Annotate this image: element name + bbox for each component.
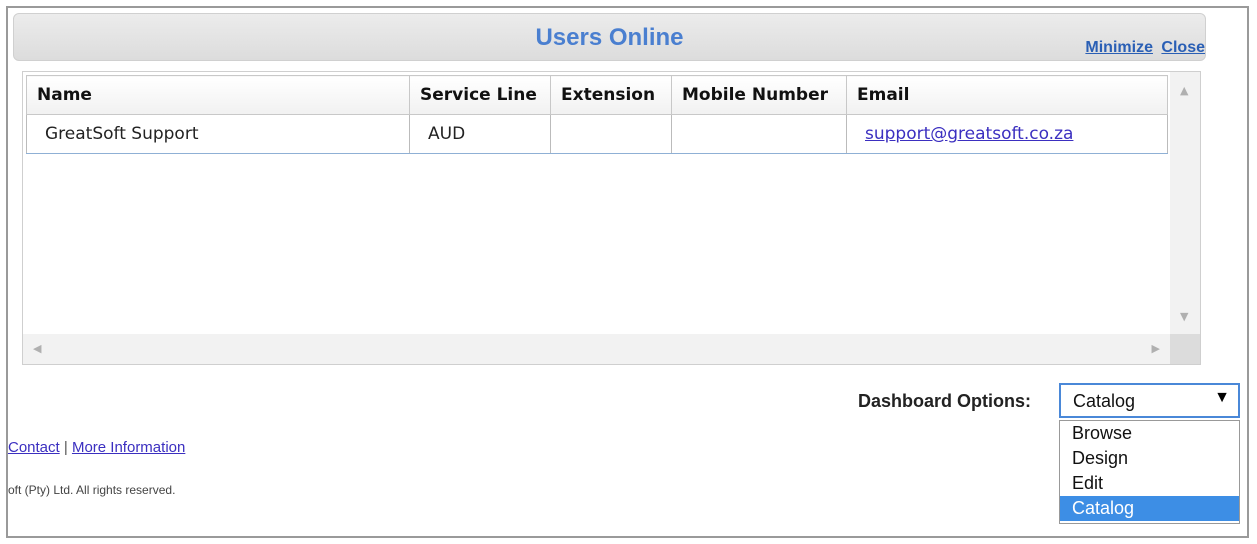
column-header-mobile-number[interactable]: Mobile Number [671, 75, 847, 115]
dashboard-options-list: Browse Design Edit Catalog [1059, 420, 1240, 524]
option-design[interactable]: Design [1060, 446, 1239, 471]
option-edit[interactable]: Edit [1060, 471, 1239, 496]
cell-mobile-number [671, 114, 847, 154]
cell-extension [550, 114, 672, 154]
minimize-link[interactable]: Minimize [1085, 39, 1153, 56]
cell-email: support@greatsoft.co.za [846, 114, 1168, 154]
scroll-up-icon[interactable]: ▲ [1180, 84, 1188, 97]
scrollbar-corner [1170, 334, 1200, 364]
vertical-scrollbar[interactable]: ▲ ▼ [1170, 72, 1200, 337]
panel-title: Users Online [535, 24, 684, 51]
close-link[interactable]: Close [1161, 39, 1205, 56]
column-header-service-line[interactable]: Service Line [409, 75, 551, 115]
scroll-down-icon[interactable]: ▼ [1180, 310, 1188, 323]
footer-links: Contact | More Information [8, 439, 185, 456]
column-header-name[interactable]: Name [26, 75, 410, 115]
horizontal-scrollbar[interactable]: ◀ ▶ [23, 334, 1170, 364]
users-online-window: Users Online Minimize Close Name Service… [6, 6, 1249, 538]
dropdown-arrow-icon: ▼ [1214, 389, 1230, 406]
cell-name: GreatSoft Support [26, 114, 410, 154]
users-grid: Name Service Line Extension Mobile Numbe… [22, 71, 1201, 365]
users-table: Name Service Line Extension Mobile Numbe… [26, 75, 1168, 154]
panel-controls: Minimize Close [1081, 39, 1205, 57]
table-row[interactable]: GreatSoft Support AUD support@greatsoft.… [26, 114, 1168, 154]
table-header-row: Name Service Line Extension Mobile Numbe… [26, 75, 1168, 115]
copyright-text: oft (Pty) Ltd. All rights reserved. [8, 483, 176, 497]
contact-link[interactable]: Contact [8, 439, 60, 456]
panel-header: Users Online Minimize Close [13, 13, 1206, 61]
scroll-right-icon[interactable]: ▶ [1152, 342, 1160, 355]
more-information-link[interactable]: More Information [72, 439, 185, 456]
cell-service-line: AUD [409, 114, 551, 154]
dashboard-selected-value: Catalog [1073, 391, 1136, 411]
email-link[interactable]: support@greatsoft.co.za [865, 124, 1073, 144]
footer-separator: | [63, 439, 68, 456]
option-catalog[interactable]: Catalog [1060, 496, 1239, 521]
dashboard-options-select[interactable]: Catalog ▼ [1059, 383, 1240, 418]
column-header-extension[interactable]: Extension [550, 75, 672, 115]
option-browse[interactable]: Browse [1060, 421, 1239, 446]
dashboard-options-label: Dashboard Options: [858, 391, 1032, 411]
column-header-email[interactable]: Email [846, 75, 1168, 115]
scroll-left-icon[interactable]: ◀ [33, 342, 41, 355]
